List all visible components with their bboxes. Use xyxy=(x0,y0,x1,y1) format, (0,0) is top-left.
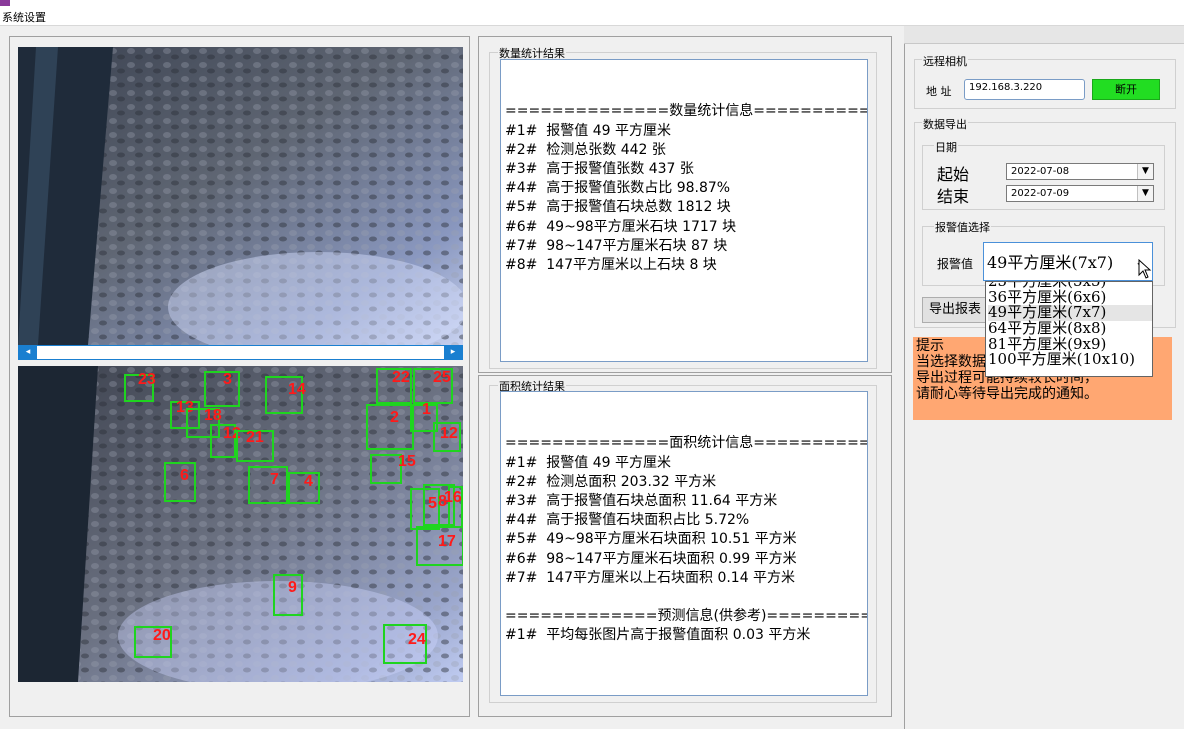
stat-line: #6# 49~98平方厘米石块 1717 块 xyxy=(505,218,737,235)
stat-line: #2# 检测总张数 442 张 xyxy=(505,141,666,158)
alarm-label: 报警值 xyxy=(937,257,974,271)
stat-line: #5# 高于报警值石块总数 1812 块 xyxy=(505,199,731,216)
detection-label: 17 xyxy=(438,533,456,550)
detection-label: 7 xyxy=(270,471,279,488)
address-input[interactable]: 192.168.3.220 xyxy=(964,79,1085,100)
menu-settings[interactable]: 系统设置 xyxy=(2,9,46,25)
detection-label: 23 xyxy=(138,371,156,388)
detection-label: 1 xyxy=(422,401,431,418)
detection-box xyxy=(248,466,288,504)
start-date-picker[interactable]: 2022-07-08 ▼ xyxy=(1006,163,1154,180)
detection-box xyxy=(204,371,240,407)
address-label: 地 址 xyxy=(926,85,952,98)
export-group-title: 数据导出 xyxy=(922,116,968,132)
detection-image: 23 3 14 22 25 13 18 12 1 12 21 15 6 7 4 5 8 16 17 9 20 24 2 xyxy=(18,366,463,682)
detection-label: 24 xyxy=(408,631,426,648)
scroll-right-icon[interactable]: ▸ xyxy=(444,346,462,359)
start-date-label: 起始 xyxy=(937,165,970,184)
alarm-selected-value: 49平方厘米(7x7) xyxy=(987,253,1114,272)
detection-label: 25 xyxy=(433,369,451,386)
stat-line: =============预测信息(供参考)============ xyxy=(505,608,868,625)
camera-group-title: 远程相机 xyxy=(922,53,968,69)
camera-image-graphic xyxy=(18,47,463,345)
detection-label: 16 xyxy=(444,489,462,506)
end-date-picker[interactable]: 2022-07-09 ▼ xyxy=(1006,185,1154,202)
detection-label: 9 xyxy=(288,579,297,596)
detection-label: 21 xyxy=(246,429,264,446)
hint-line: 请耐心等待导出完成的通知。 xyxy=(916,386,1098,402)
stat-line: #5# 49~98平方厘米石块面积 10.51 平方米 xyxy=(505,531,797,548)
chevron-down-icon[interactable]: ▼ xyxy=(1137,186,1153,201)
detection-label: 22 xyxy=(392,369,410,386)
area-textbox[interactable]: ==============面积统计信息============== #1# 报警… xyxy=(500,391,868,696)
detection-label: 20 xyxy=(153,627,171,644)
stat-line: #4# 高于报警值石块面积占比 5.72% xyxy=(505,512,750,529)
camera-image xyxy=(18,47,463,345)
end-date-label: 结束 xyxy=(937,187,970,206)
stat-line: #1# 报警值 49 平方厘米 xyxy=(505,454,671,471)
stat-line: ==============面积统计信息============== xyxy=(505,435,867,452)
app-icon xyxy=(0,0,10,6)
date-group-title: 日期 xyxy=(934,139,958,155)
stat-line: #8# 147平方厘米以上石块 8 块 xyxy=(505,257,717,274)
alarm-option[interactable]: 100平方厘米(10x10) xyxy=(988,352,1152,368)
stat-line: #7# 147平方厘米以上石块面积 0.14 平方米 xyxy=(505,569,796,586)
stat-line: #3# 高于报警值张数 437 张 xyxy=(505,161,694,178)
stat-line: #2# 检测总面积 203.32 平方米 xyxy=(505,473,717,490)
alarm-group-title: 报警值选择 xyxy=(934,219,991,235)
stat-line: #1# 平均每张图片高于报警值面积 0.03 平方米 xyxy=(505,627,811,644)
menu-bar xyxy=(0,0,1184,26)
detection-label: 4 xyxy=(304,473,313,490)
stat-line: #3# 高于报警值石块总面积 11.64 平方米 xyxy=(505,493,778,510)
detection-label: 18 xyxy=(204,407,222,424)
detection-label: 6 xyxy=(180,467,189,484)
alarm-select[interactable]: 49平方厘米(7x7) ⌄ xyxy=(983,242,1153,281)
stat-line: ==============数量统计信息============== xyxy=(505,103,867,120)
detection-label: 14 xyxy=(288,381,306,398)
alarm-options: 25平方厘米(5x5) 36平方厘米(6x6) 49平方厘米(7x7) 64平方厘米(… xyxy=(988,282,1152,368)
scroll-left-icon[interactable]: ◂ xyxy=(19,346,37,359)
stat-line: #1# 报警值 49 平方厘米 xyxy=(505,122,671,139)
mouse-cursor-icon xyxy=(1138,258,1152,282)
start-date-value: 2022-07-08 xyxy=(1011,166,1070,177)
stat-line: #7# 98~147平方厘米石块 87 块 xyxy=(505,237,728,254)
stat-line xyxy=(505,588,863,607)
count-textbox[interactable]: ==============数量统计信息============== #1# 报警… xyxy=(500,59,868,362)
detection-label: 15 xyxy=(398,453,416,470)
settings-panel-header xyxy=(904,26,1184,44)
stat-line: #6# 98~147平方厘米石块面积 0.99 平方米 xyxy=(505,550,797,567)
count-lines: ==============数量统计信息============== #1# 报警… xyxy=(505,102,867,275)
image-scrollbar[interactable]: ◂ ▸ xyxy=(18,345,463,360)
stat-line: #4# 高于报警值张数占比 98.87% xyxy=(505,180,731,197)
detection-label: 2 xyxy=(390,409,399,426)
alarm-dropdown-list[interactable]: 25平方厘米(5x5) 36平方厘米(6x6) 49平方厘米(7x7) 64平方厘米(… xyxy=(985,281,1153,377)
detection-label: 3 xyxy=(223,371,232,388)
disconnect-button[interactable]: 断开 xyxy=(1092,79,1160,100)
detection-label: 12 xyxy=(440,425,458,442)
chevron-down-icon[interactable]: ▼ xyxy=(1137,164,1153,179)
end-date-value: 2022-07-09 xyxy=(1011,188,1070,199)
area-lines: ==============面积统计信息============== #1# 报警… xyxy=(505,434,868,645)
